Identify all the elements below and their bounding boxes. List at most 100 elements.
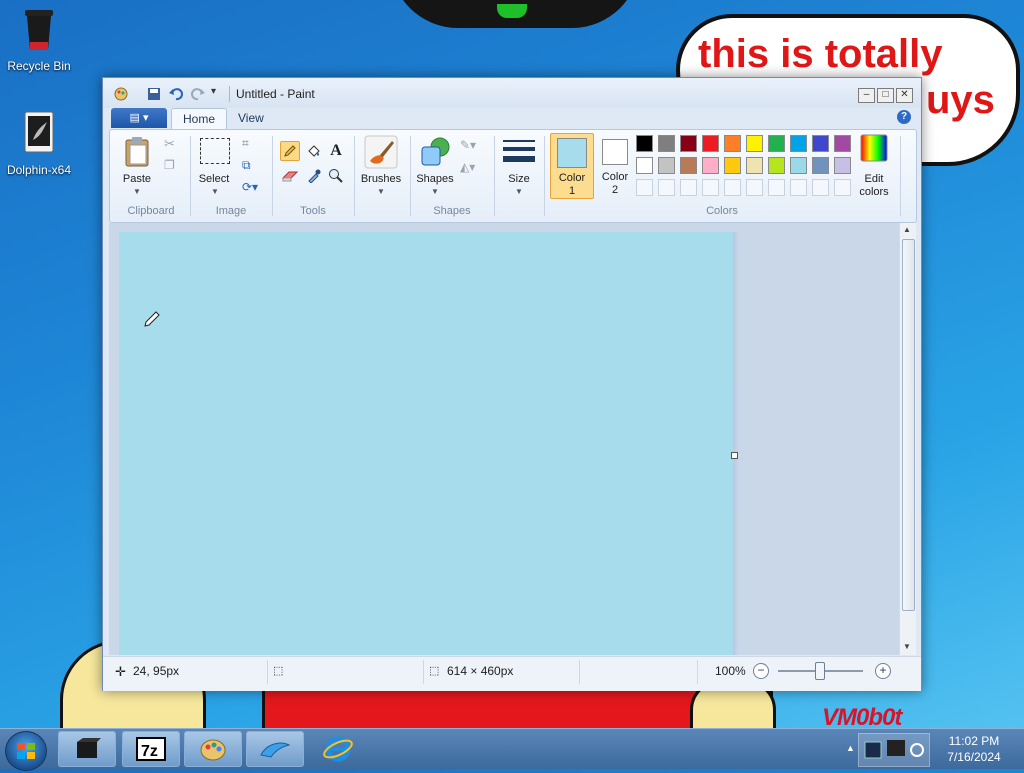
palette-swatch[interactable]: [768, 157, 785, 174]
palette-swatch[interactable]: [702, 135, 719, 152]
status-separator: [423, 660, 424, 684]
vertical-scrollbar[interactable]: ▲ ▼: [899, 223, 916, 655]
palette-swatch[interactable]: [724, 135, 741, 152]
palette-swatch-empty[interactable]: [658, 179, 675, 196]
maximize-button[interactable]: □: [877, 88, 894, 103]
undo-icon[interactable]: [168, 86, 184, 102]
brushes-dropdown-icon[interactable]: ▼: [377, 187, 385, 196]
internet-explorer-icon: [323, 736, 353, 762]
size-icon[interactable]: [502, 138, 536, 167]
quick-access-dropdown-icon[interactable]: ▾: [211, 86, 227, 102]
help-icon[interactable]: ?: [897, 110, 911, 124]
rotate-icon[interactable]: ⟳▾: [242, 180, 258, 194]
palette-swatch[interactable]: [724, 157, 741, 174]
size-button[interactable]: Size: [500, 173, 538, 185]
desktop-icon-dolphin[interactable]: Dolphin-x64: [0, 110, 78, 177]
taskbar-internet-explorer[interactable]: [322, 733, 354, 765]
paste-button[interactable]: Paste: [118, 173, 156, 185]
desktop-icon-recycle-bin[interactable]: Recycle Bin: [0, 6, 78, 73]
palette-swatch[interactable]: [658, 157, 675, 174]
select-icon[interactable]: [200, 138, 230, 164]
palette-swatch[interactable]: [636, 157, 653, 174]
scroll-down-icon[interactable]: ▼: [903, 642, 911, 651]
palette-swatch[interactable]: [834, 157, 851, 174]
palette-swatch-empty[interactable]: [680, 179, 697, 196]
copy-icon[interactable]: ❐: [164, 158, 175, 172]
palette-swatch[interactable]: [834, 135, 851, 152]
taskbar-dolphin[interactable]: [246, 731, 304, 767]
palette-swatch[interactable]: [680, 135, 697, 152]
brushes-button[interactable]: Brushes: [358, 173, 404, 185]
palette-swatch[interactable]: [812, 135, 829, 152]
paste-dropdown-icon[interactable]: ▼: [133, 187, 141, 196]
palette-swatch[interactable]: [746, 157, 763, 174]
taskbar-app-box[interactable]: [58, 731, 116, 767]
ribbon-separator: [494, 136, 495, 216]
palette-swatch-empty[interactable]: [812, 179, 829, 196]
text-tool-icon[interactable]: A: [326, 141, 346, 161]
zoom-slider-thumb[interactable]: [815, 662, 825, 680]
close-button[interactable]: ✕: [896, 88, 913, 103]
cut-icon[interactable]: ✂: [164, 136, 175, 152]
minimize-button[interactable]: –: [858, 88, 875, 103]
palette-swatch[interactable]: [812, 157, 829, 174]
tray-expand-icon[interactable]: ▲: [846, 743, 855, 753]
canvas-resize-handle-right[interactable]: [731, 452, 738, 459]
paste-icon[interactable]: [122, 136, 152, 167]
taskbar-paint[interactable]: [184, 731, 242, 767]
palette-swatch-empty[interactable]: [790, 179, 807, 196]
edit-colors-icon[interactable]: [860, 134, 888, 165]
color-picker-tool-icon[interactable]: [304, 166, 324, 186]
resize-icon[interactable]: ⧉: [242, 158, 251, 173]
save-icon[interactable]: [146, 86, 162, 102]
size-dropdown-icon[interactable]: ▼: [515, 187, 523, 196]
title-bar[interactable]: ▾ Untitled - Paint – □ ✕: [103, 78, 921, 108]
palette-swatch[interactable]: [790, 135, 807, 152]
drawing-canvas[interactable]: [119, 232, 733, 655]
crop-icon[interactable]: ⌗: [242, 136, 249, 151]
palette-swatch[interactable]: [790, 157, 807, 174]
system-tray-icons[interactable]: [858, 733, 930, 767]
magnifier-tool-icon[interactable]: [326, 166, 346, 186]
brushes-icon[interactable]: [364, 135, 398, 172]
palette-swatch-empty[interactable]: [702, 179, 719, 196]
scroll-up-icon[interactable]: ▲: [903, 225, 911, 234]
outline-icon[interactable]: ✎▾: [460, 138, 476, 152]
color1-button[interactable]: Color 1: [550, 133, 594, 199]
palette-swatch[interactable]: [702, 157, 719, 174]
paint-menu-button[interactable]: ▤ ▾: [111, 108, 167, 128]
redo-icon[interactable]: [190, 86, 206, 102]
tab-home[interactable]: Home: [171, 108, 228, 129]
edit-colors-label[interactable]: Edit: [852, 173, 896, 185]
fill-shape-icon[interactable]: ◭▾: [460, 160, 475, 174]
zoom-out-button[interactable]: −: [753, 663, 769, 679]
fill-tool-icon[interactable]: [304, 141, 324, 161]
select-dropdown-icon[interactable]: ▼: [211, 187, 219, 196]
palette-swatch-empty[interactable]: [768, 179, 785, 196]
palette-swatch[interactable]: [768, 135, 785, 152]
palette-swatch[interactable]: [636, 135, 653, 152]
palette-swatch[interactable]: [746, 135, 763, 152]
select-button[interactable]: Select: [194, 173, 234, 185]
color2-button[interactable]: Color 2: [596, 133, 636, 197]
pencil-tool-icon[interactable]: [280, 141, 300, 161]
palette-swatch[interactable]: [680, 157, 697, 174]
taskbar-7zip[interactable]: 7z: [122, 731, 180, 767]
paint-app-icon[interactable]: [113, 86, 129, 102]
palette-swatch[interactable]: [658, 135, 675, 152]
shapes-button[interactable]: Shapes: [412, 173, 458, 185]
ribbon-separator: [900, 136, 901, 216]
eraser-tool-icon[interactable]: [280, 166, 300, 186]
palette-swatch-empty[interactable]: [834, 179, 851, 196]
scrollbar-thumb[interactable]: [902, 239, 915, 611]
start-button[interactable]: [5, 731, 47, 771]
tab-view[interactable]: View: [227, 108, 275, 128]
palette-swatch-empty[interactable]: [724, 179, 741, 196]
palette-swatch-empty[interactable]: [636, 179, 653, 196]
shapes-dropdown-icon[interactable]: ▼: [431, 187, 439, 196]
zoom-in-button[interactable]: +: [875, 663, 891, 679]
taskbar-clock[interactable]: 11:02 PM 7/16/2024: [940, 733, 1008, 765]
shapes-icon[interactable]: [418, 135, 452, 172]
palette-swatch-empty[interactable]: [746, 179, 763, 196]
edit-colors-label-2[interactable]: colors: [852, 186, 896, 198]
